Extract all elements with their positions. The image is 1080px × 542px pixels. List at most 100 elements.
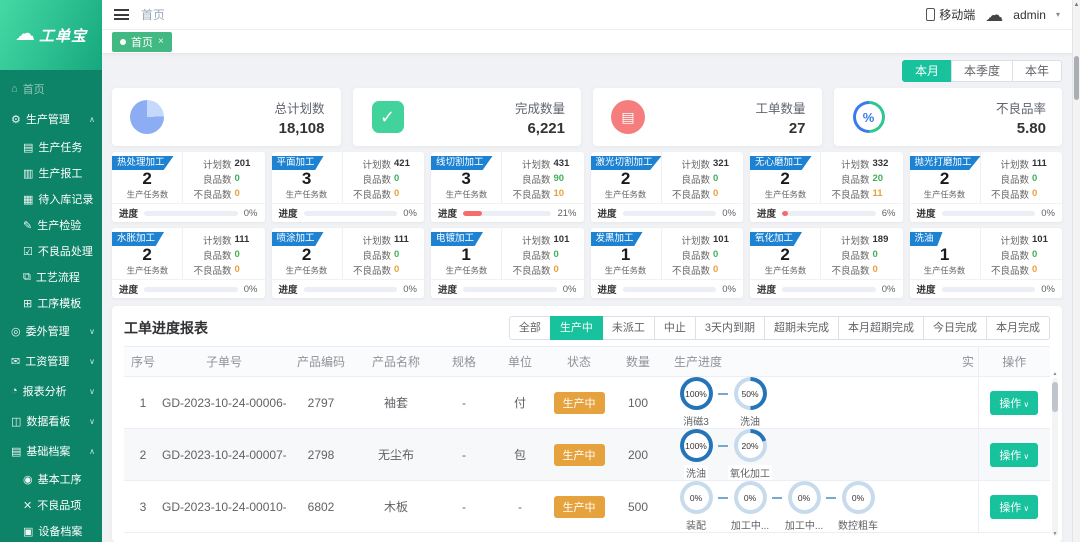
sidebar-item-device-archives[interactable]: ▣ 设备档案 <box>0 518 102 542</box>
sidebar-item-process-flow[interactable]: ⧉ 工艺流程 <box>0 264 102 290</box>
outsource-mgmt-icon: ◎ <box>11 325 21 338</box>
chevron-down-icon: ∨ <box>89 387 95 396</box>
mobile-label: 移动端 <box>939 6 975 23</box>
sidebar-item-report-analysis[interactable]: ◔ 报表分析 ∨ <box>0 376 102 406</box>
sidebar-item-process-template[interactable]: ⊞ 工序模板 <box>0 290 102 316</box>
sidebar-item-production-inspection[interactable]: ✎ 生产检验 <box>0 212 102 238</box>
username[interactable]: admin <box>1013 8 1046 22</box>
sidebar-item-basic-archives[interactable]: ▤ 基础档案 ∧ <box>0 436 102 466</box>
period-month-button[interactable]: 本月 <box>902 60 952 82</box>
scroll-down-icon[interactable]: ▼ <box>1052 531 1058 537</box>
step-name: 洗油 <box>684 465 708 480</box>
cell-clipped <box>954 429 978 481</box>
sidebar-item-outsource-mgmt[interactable]: ◎ 委外管理 ∨ <box>0 316 102 346</box>
sidebar-item-basic-process[interactable]: ◉ 基本工序 <box>0 466 102 492</box>
plan-value: 321 <box>713 158 737 169</box>
sidebar-item-salary-mgmt[interactable]: ✉ 工资管理 ∨ <box>0 346 102 376</box>
tab-label: 首页 <box>131 34 153 50</box>
table-scrollbar[interactable]: ▲ ▼ <box>1052 378 1058 536</box>
task-count-label: 生产任务数 <box>924 265 965 277</box>
good-label: 良品数 <box>504 248 550 262</box>
progress-step: 0% 加工中... <box>782 481 826 532</box>
progress-ring: 100% <box>680 377 713 410</box>
status-badge: 生产中 <box>554 392 605 414</box>
period-year-button[interactable]: 本年 <box>1012 60 1062 82</box>
user-avatar-cloud-icon[interactable]: ☁ <box>985 6 1003 24</box>
good-label: 良品数 <box>823 172 869 186</box>
sidebar-item-production-report[interactable]: ▥ 生产报工 <box>0 160 102 186</box>
filter-done-month-button[interactable]: 本月完成 <box>986 316 1050 340</box>
stat-value: 27 <box>755 120 805 137</box>
progress-label: 进度 <box>598 206 617 220</box>
col-status: 状态 <box>548 347 610 377</box>
sidebar-item-label: 设备档案 <box>38 523 82 539</box>
defect-handling-icon: ☑ <box>23 245 33 258</box>
tab-home[interactable]: 首页 × <box>112 32 172 52</box>
table-row: 3 GD-2023-10-24-00010-01 6802 木板 - - 生产中… <box>124 481 1050 533</box>
process-card-centerless-grinding: 无心磨加工 2 生产任务数 计划数332 良品数20 不良品数11 <box>750 152 903 222</box>
window-scrollbar[interactable]: ▲ <box>1072 0 1080 542</box>
row-action-button[interactable]: 操作∨ <box>990 495 1038 519</box>
inspection-icon: ✎ <box>23 219 32 232</box>
window-scrollbar-thumb[interactable] <box>1074 56 1079 100</box>
task-count-label: 生产任务数 <box>764 189 805 201</box>
good-value: 0 <box>394 249 418 260</box>
step-connector <box>718 497 728 499</box>
row-action-button[interactable]: 操作∨ <box>990 391 1038 415</box>
filter-all-button[interactable]: 全部 <box>509 316 551 340</box>
row-action-button[interactable]: 操作∨ <box>990 443 1038 467</box>
progress-step: 100% 消磁3 <box>674 377 718 428</box>
stat-label: 总计划数 <box>274 98 324 117</box>
task-count: 1 <box>461 246 470 264</box>
filter-not-dispatched-button[interactable]: 未派工 <box>602 316 655 340</box>
cell-qty: 500 <box>610 481 666 533</box>
tabbar: 首页 × <box>102 30 1072 54</box>
breadcrumb[interactable]: 首页 <box>141 6 165 23</box>
scroll-up-icon[interactable]: ▲ <box>1073 2 1080 8</box>
task-count: 2 <box>142 246 151 264</box>
process-card-spraying: 喷涂加工 2 生产任务数 计划数111 良品数0 不良品数0 进度 <box>272 228 425 298</box>
plan-value: 332 <box>873 158 897 169</box>
filter-overdue-button[interactable]: 超期未完成 <box>764 316 839 340</box>
cell-product-code: 6802 <box>286 481 356 533</box>
process-card-polishing: 抛光打磨加工 2 生产任务数 计划数111 良品数0 不良品数0 <box>910 152 1063 222</box>
progress-label: 进度 <box>757 282 776 296</box>
process-card-surface: 平面加工 3 生产任务数 计划数421 良品数0 不良品数0 进度 <box>272 152 425 222</box>
filter-month-overdue-done-button[interactable]: 本月超期完成 <box>838 316 924 340</box>
sidebar-item-production-task[interactable]: ▤ 生产任务 <box>0 134 102 160</box>
sidebar-item-label: 工艺流程 <box>36 269 80 285</box>
sidebar-item-defect-items[interactable]: ✕ 不良品项 <box>0 492 102 518</box>
sidebar-item-inbound-record[interactable]: ▦ 待入库记录 <box>0 186 102 212</box>
sidebar-item-production-mgmt[interactable]: ⚙ 生产管理 ∧ <box>0 104 102 134</box>
sidebar-item-defect-handling[interactable]: ☑ 不良品处理 <box>0 238 102 264</box>
bad-value: 0 <box>235 264 259 275</box>
task-count: 1 <box>940 246 949 264</box>
progress-ring: 0% <box>788 481 821 514</box>
scroll-up-icon[interactable]: ▲ <box>1052 371 1058 377</box>
progress-label: 进度 <box>119 282 138 296</box>
filter-in-production-button[interactable]: 生产中 <box>550 316 603 340</box>
plan-value: 101 <box>1032 234 1056 245</box>
tab-close-icon[interactable]: × <box>158 36 164 47</box>
stat-card-completed: ✓ 完成数量 6,221 <box>353 88 582 146</box>
bad-value: 0 <box>554 264 578 275</box>
filter-due-3days-button[interactable]: 3天内到期 <box>695 316 765 340</box>
filter-done-today-button[interactable]: 今日完成 <box>923 316 987 340</box>
col-product-name: 产品名称 <box>356 347 436 377</box>
user-menu-caret-icon[interactable]: ▾ <box>1056 10 1060 19</box>
progress-ring: 0% <box>842 481 875 514</box>
sidebar-item-label: 基础档案 <box>26 443 70 459</box>
hamburger-menu-icon[interactable] <box>114 9 129 20</box>
period-quarter-button[interactable]: 本季度 <box>951 60 1013 82</box>
mobile-link[interactable]: 移动端 <box>926 6 975 23</box>
sidebar-item-data-dashboard[interactable]: ◫ 数据看板 ∨ <box>0 406 102 436</box>
table-scrollbar-thumb[interactable] <box>1052 382 1058 412</box>
filter-stopped-button[interactable]: 中止 <box>654 316 696 340</box>
plan-label: 计划数 <box>823 157 869 171</box>
sidebar-item-home[interactable]: ⌂ 首页 <box>0 74 102 104</box>
good-label: 良品数 <box>345 248 391 262</box>
chevron-down-icon: ∨ <box>89 417 95 426</box>
bad-value: 11 <box>873 188 897 199</box>
plan-value: 201 <box>235 158 259 169</box>
progress-bar <box>304 287 398 292</box>
